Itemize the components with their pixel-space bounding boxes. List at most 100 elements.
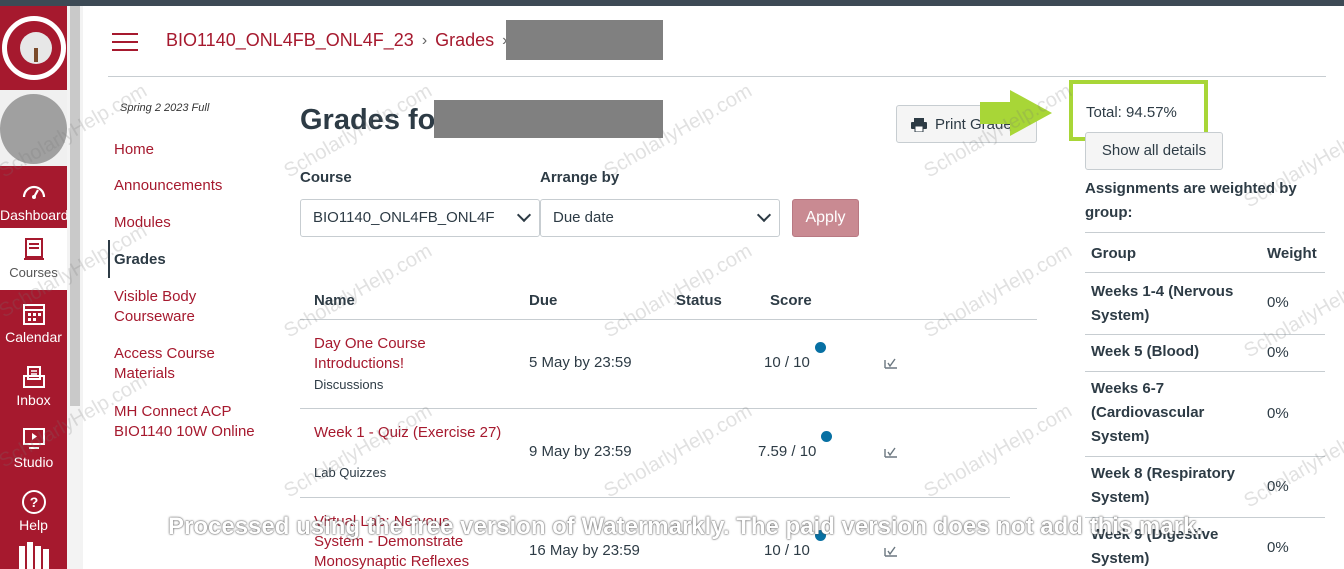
calendar-icon — [22, 304, 45, 325]
tree-icon — [20, 32, 52, 64]
nav-label: Studio — [13, 454, 54, 470]
courses-icon — [23, 238, 44, 260]
library-icon[interactable] — [17, 540, 51, 569]
unread-dot — [815, 342, 826, 353]
nav-inbox[interactable]: Inbox — [0, 356, 67, 418]
weighted-note: Assignments are weighted by group: — [1085, 180, 1297, 221]
what-if-icon[interactable] — [884, 357, 898, 369]
weights-rule — [1085, 456, 1325, 457]
group-weight: 0% — [1267, 478, 1289, 495]
watermark: ScholarlyHelp.com — [280, 239, 436, 343]
col-header-name[interactable]: Name — [314, 292, 355, 309]
nav-help[interactable]: ? Help — [0, 481, 67, 543]
weights-rule — [1085, 371, 1325, 372]
header-divider — [108, 76, 1326, 77]
watermark-banner: Processed using the free version of Wate… — [168, 513, 1203, 540]
nav-studio[interactable]: Studio — [0, 418, 67, 480]
scrollbar-thumb[interactable] — [70, 6, 80, 406]
col-header-status[interactable]: Status — [676, 292, 722, 309]
assignment-group: Lab Quizzes — [314, 465, 387, 480]
col-header-score[interactable]: Score — [770, 292, 812, 309]
course-nav-home[interactable]: Home — [114, 140, 264, 160]
svg-text:?: ? — [29, 494, 38, 510]
due-date: 5 May by 23:59 — [529, 354, 632, 371]
watermark: ScholarlyHelp.com — [1240, 409, 1344, 513]
global-nav: Dashboard Courses Calendar Inbox Studio … — [0, 6, 69, 569]
course-nav-grades[interactable]: Grades — [114, 250, 264, 270]
course-select-value: BIO1140_ONL4FB_ONL4F — [313, 209, 495, 226]
score: 10 / 10 — [764, 542, 810, 559]
score: 7.59 / 10 — [758, 443, 817, 460]
watermark: ScholarlyHelp.com — [1240, 259, 1344, 363]
printer-icon — [911, 118, 927, 132]
chevron-down-icon — [516, 207, 532, 223]
arrange-label: Arrange by — [540, 169, 620, 186]
watermark: ScholarlyHelp.com — [920, 399, 1076, 503]
logo-seal — [7, 21, 61, 75]
course-label: Course — [300, 169, 352, 186]
course-select[interactable]: BIO1140_ONL4FB_ONL4F — [300, 199, 540, 237]
breadcrumb: BIO1140_ONL4FB_ONL4F_23 › Grades › — [166, 30, 516, 51]
inbox-icon — [22, 366, 45, 388]
avatar-image — [0, 94, 67, 164]
group-name: Week 8 (Respiratory System) — [1091, 465, 1235, 506]
unread-dot — [821, 431, 832, 442]
chevron-right-icon: › — [421, 31, 428, 49]
watermark: ScholarlyHelp.com — [920, 239, 1076, 343]
nav-courses[interactable]: Courses — [0, 228, 67, 290]
breadcrumb-course[interactable]: BIO1140_ONL4FB_ONL4F_23 — [166, 30, 414, 51]
dashboard-icon — [22, 185, 45, 199]
due-date: 9 May by 23:59 — [529, 443, 632, 460]
account-avatar[interactable] — [0, 90, 67, 166]
col-header-due[interactable]: Due — [529, 292, 557, 309]
group-name: Week 5 (Blood) — [1091, 343, 1200, 360]
weights-col-weight: Weight — [1267, 245, 1317, 262]
score: 10 / 10 — [764, 354, 810, 371]
help-icon: ? — [21, 490, 46, 514]
college-logo[interactable] — [2, 16, 66, 80]
active-indicator — [108, 240, 110, 278]
apply-button[interactable]: Apply — [792, 199, 859, 237]
nav-scrollbar[interactable] — [67, 6, 83, 569]
watermark: ScholarlyHelp.com — [280, 399, 436, 503]
course-nav-modules[interactable]: Modules — [114, 213, 264, 233]
row-rule — [300, 408, 1037, 409]
top-bar — [0, 0, 1344, 6]
arrange-select-value: Due date — [553, 209, 614, 226]
assignment-group: Discussions — [314, 377, 384, 392]
group-weight: 0% — [1267, 405, 1289, 422]
nav-label: Courses — [9, 265, 58, 280]
total-grade: Total: 94.57% — [1086, 104, 1177, 121]
show-all-details-button[interactable]: Show all details — [1085, 132, 1223, 170]
page-title: Grades for — [300, 104, 447, 136]
course-nav-visible-body[interactable]: Visible Body Courseware — [114, 287, 264, 327]
nav-calendar[interactable]: Calendar — [0, 293, 67, 355]
what-if-icon[interactable] — [884, 446, 898, 458]
nav-label: Calendar — [5, 329, 62, 345]
due-date: 16 May by 23:59 — [529, 542, 640, 559]
group-name: Weeks 6-7 (Cardiovascular System) — [1091, 380, 1205, 445]
nav-label: Inbox — [16, 392, 51, 408]
highlight-arrow-icon — [980, 90, 1052, 136]
header-rule — [300, 319, 1037, 320]
group-weight: 0% — [1267, 344, 1289, 361]
assignment-link[interactable]: Week 1 - Quiz (Exercise 27) — [314, 423, 514, 443]
arrange-select[interactable]: Due date — [540, 199, 780, 237]
weights-rule — [1085, 334, 1325, 335]
course-nav-course-materials[interactable]: Access Course Materials — [114, 344, 264, 384]
course-nav-mh-connect[interactable]: MH Connect ACP BIO1140 10W Online — [114, 402, 264, 442]
assignment-link[interactable]: Day One Course Introductions! — [314, 334, 514, 374]
course-menu-toggle[interactable] — [112, 33, 138, 51]
what-if-icon[interactable] — [884, 545, 898, 557]
chevron-down-icon — [756, 207, 772, 223]
redacted-name — [434, 100, 663, 138]
course-nav-announcements[interactable]: Announcements — [114, 176, 264, 196]
nav-label: Dashboard — [0, 207, 69, 223]
weights-rule — [1085, 272, 1325, 273]
breadcrumb-grades[interactable]: Grades — [435, 30, 494, 51]
nav-label: Help — [19, 517, 48, 533]
term-label: Spring 2 2023 Full — [120, 102, 210, 114]
weights-col-group: Group — [1091, 245, 1136, 262]
row-rule — [300, 497, 1010, 498]
nav-dashboard[interactable]: Dashboard — [0, 171, 69, 233]
